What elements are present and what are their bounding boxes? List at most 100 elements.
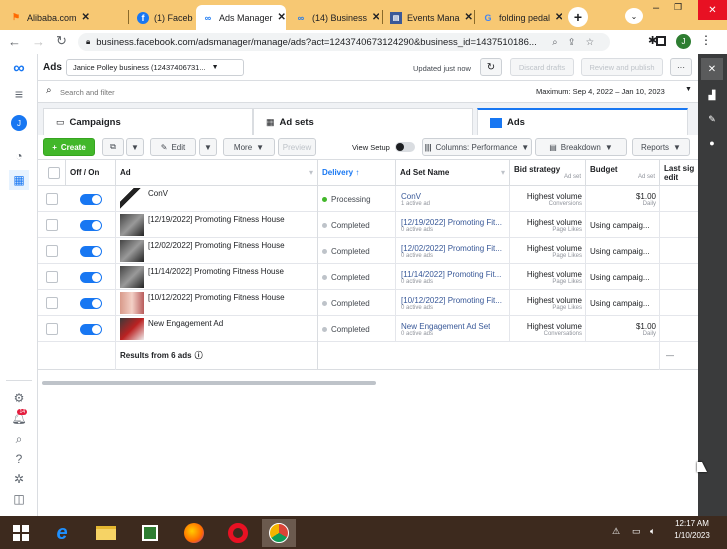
chevron-down-icon[interactable]: ▼ [685, 86, 692, 93]
budget-header[interactable]: Budget Ad set [586, 160, 660, 186]
zoom-icon[interactable]: ⌕ [552, 37, 557, 48]
table-row[interactable]: [10/12/2022] Promoting Fitness House Comp… [38, 290, 698, 316]
table-row[interactable]: [12/02/2022] Promoting Fitness House Comp… [38, 238, 698, 264]
table-row[interactable]: New Engagement Ad Completed New Engagement… [38, 316, 698, 342]
ad-name[interactable]: ConV [148, 186, 316, 212]
menu-icon[interactable]: ⋮ [700, 33, 712, 47]
ad-header[interactable]: Ad ▾ [116, 160, 318, 186]
adset-name[interactable]: [11/14/2022] Promoting Fit... 0 active ad… [401, 264, 509, 290]
new-tab-button[interactable]: + [568, 7, 588, 27]
url-bar[interactable]: 🔒︎ business.facebook.com/adsmanager/mana… [78, 33, 610, 51]
close-tab-icon[interactable]: ✕ [465, 12, 472, 23]
info-icon[interactable]: ⓘ [195, 350, 203, 361]
view-setup-toggle[interactable] [395, 142, 415, 152]
ad-toggle[interactable] [80, 246, 102, 257]
preview-button[interactable]: Preview [278, 138, 316, 156]
edit-button[interactable]: ✎ Edit [150, 138, 196, 156]
review-publish-button[interactable]: Review and publish [581, 58, 663, 76]
ad-name[interactable]: New Engagement Ad [148, 316, 316, 342]
file-explorer-icon[interactable] [89, 519, 123, 547]
reload-icon[interactable]: ↻ [56, 33, 67, 49]
tab-alibaba[interactable]: ⚑ Alibaba.com ✕ [4, 5, 124, 30]
share-icon[interactable]: ⇪ [568, 37, 576, 48]
help-icon[interactable]: ? [9, 449, 29, 469]
network-icon[interactable]: ⚠ [612, 526, 620, 537]
sidebar-icon[interactable] [656, 36, 666, 46]
bug-report-icon[interactable]: ✲ [9, 469, 29, 489]
close-tab-icon[interactable]: ✕ [372, 12, 379, 23]
adset-name[interactable]: ConV 1 active ad [401, 186, 509, 212]
internet-explorer-icon[interactable]: e [45, 519, 79, 547]
adset-link[interactable]: [11/14/2022] Promoting Fit... [401, 270, 501, 279]
info-icon[interactable]: ● [701, 132, 723, 154]
tab-google[interactable]: G folding pedal ✕ [476, 5, 562, 30]
tab-business[interactable]: ∞ (14) Business ✕ [289, 5, 379, 30]
date-range-selector[interactable]: Maximum: Sep 4, 2022 – Jan 10, 2023 [536, 87, 665, 96]
tab-adsets[interactable]: ▦ Ad sets [253, 108, 473, 135]
close-panel-icon[interactable]: ✕ [701, 58, 723, 80]
refresh-button[interactable]: ↻ [480, 58, 502, 76]
account-selector[interactable]: Janice Polley business (12437406731... ▼ [66, 59, 244, 76]
table-row[interactable]: [11/14/2022] Promoting Fitness House Comp… [38, 264, 698, 290]
table-row[interactable]: ConV Processing ConV 1 active ad Highest vol… [38, 186, 698, 212]
back-icon[interactable]: ← [8, 34, 21, 49]
offon-header[interactable]: Off / On [66, 160, 116, 186]
adset-link[interactable]: [10/12/2022] Promoting Fit... [401, 296, 502, 305]
ad-toggle[interactable] [80, 272, 102, 283]
close-tab-icon[interactable]: ✕ [278, 12, 286, 23]
adset-link[interactable]: [12/19/2022] Promoting Fit... [401, 218, 502, 227]
search-icon[interactable]: ⌕ [9, 429, 29, 449]
display-icon[interactable]: ▭ [632, 526, 641, 537]
forward-icon[interactable]: → [32, 34, 45, 49]
ad-toggle[interactable] [80, 324, 102, 335]
bid-strategy-header[interactable]: Bid strategy Ad set [510, 160, 586, 186]
tab-search-icon[interactable]: ⌄ [625, 8, 643, 24]
adset-link[interactable]: New Engagement Ad Set [401, 322, 490, 331]
ad-toggle[interactable] [80, 298, 102, 309]
tab-facebook[interactable]: f (1) Facebook ✕ [131, 5, 193, 30]
adset-link[interactable]: ConV [401, 192, 421, 201]
adset-name[interactable]: [12/02/2022] Promoting Fit... 0 active ad… [401, 238, 509, 264]
last-edit-header[interactable]: Last sig edit [660, 160, 698, 186]
chart-icon[interactable]: ▟ [701, 84, 723, 106]
firefox-icon[interactable] [177, 519, 211, 547]
row-checkbox[interactable] [46, 271, 58, 283]
chrome-icon[interactable] [262, 519, 296, 547]
notifications-icon[interactable]: 🔔︎ 14 [9, 408, 29, 428]
more-button[interactable]: More ▼ [223, 138, 275, 156]
clock-date[interactable]: 1/10/2023 [672, 531, 712, 540]
columns-button[interactable]: ||| Columns: Performance ▼ [422, 138, 532, 156]
horizontal-scrollbar[interactable] [42, 381, 376, 385]
close-tab-icon[interactable]: ✕ [555, 12, 562, 23]
ad-name[interactable]: [12/19/2022] Promoting Fitness House [148, 212, 316, 238]
adset-name-header[interactable]: Ad Set Name ▾ [396, 160, 510, 186]
ad-toggle[interactable] [80, 220, 102, 231]
reports-button[interactable]: Reports ▼ [632, 138, 690, 156]
more-options-button[interactable]: ··· [670, 58, 692, 76]
delivery-header[interactable]: Delivery ↑ [318, 160, 396, 186]
row-checkbox[interactable] [46, 323, 58, 335]
ad-name[interactable]: [10/12/2022] Promoting Fitness House [148, 290, 316, 316]
pencil-icon[interactable]: ✎ [701, 108, 723, 130]
panel-toggle-icon[interactable]: ◫ [9, 489, 29, 509]
close-tab-icon[interactable]: ✕ [82, 12, 90, 23]
duplicate-button[interactable]: ⧉ [102, 138, 124, 156]
tab-ads[interactable]: Ads [477, 108, 688, 135]
adset-name[interactable]: New Engagement Ad Set 0 active ads [401, 316, 509, 342]
settings-icon[interactable]: ⚙ [9, 388, 29, 408]
opera-icon[interactable] [221, 519, 255, 547]
meta-logo-icon[interactable]: ∞ [9, 59, 29, 79]
ad-toggle[interactable] [80, 194, 102, 205]
row-checkbox[interactable] [46, 193, 58, 205]
edit-dropdown[interactable]: ▼ [199, 138, 217, 156]
hamburger-menu-icon[interactable]: ≡ [9, 84, 29, 104]
tab-ads-manager[interactable]: ∞ Ads Manager ✕ [196, 5, 286, 30]
store-icon[interactable] [133, 519, 167, 547]
create-button[interactable]: + Create [43, 138, 95, 156]
adset-link[interactable]: [12/02/2022] Promoting Fit... [401, 244, 502, 253]
row-checkbox[interactable] [46, 297, 58, 309]
tab-events[interactable]: ▤ Events Mana ✕ [384, 5, 472, 30]
maximize-icon[interactable]: ❐ [674, 2, 682, 13]
row-checkbox[interactable] [46, 219, 58, 231]
select-all-checkbox[interactable] [47, 166, 60, 179]
